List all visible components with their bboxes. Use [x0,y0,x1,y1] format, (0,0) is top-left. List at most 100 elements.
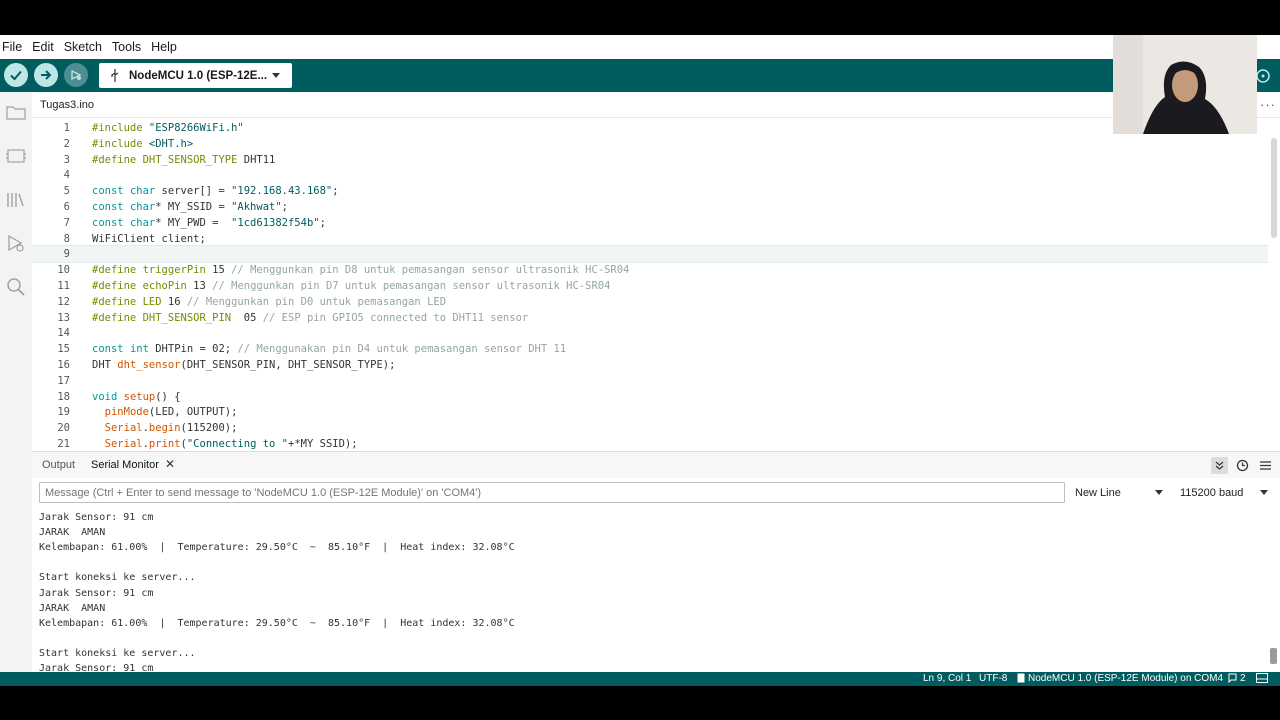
code-token: char [129,216,156,229]
editor-scroll-thumb[interactable] [1271,138,1277,238]
code-token: #include [92,122,143,134]
menu-sketch[interactable]: Sketch [62,40,107,54]
code-token: pinMode [104,406,149,419]
code-text: #define triggerPin 15 // Menggunkan pin … [92,262,629,278]
editor-scrollbar[interactable] [1268,118,1280,451]
folder-icon[interactable] [5,101,27,123]
code-token: const [92,201,124,213]
code-editor[interactable]: 1 #include "ESP8266WiFi.h" 2 #include <DHT.… [32,118,1268,451]
code-text: pinMode(LED, OUTPUT); [92,404,238,420]
code-line[interactable]: 13 #define DHT_SENSOR_PIN 05 // ESP pin G… [32,310,1268,326]
code-line[interactable]: 6 const char* MY_SSID = "Akhwat"; [32,199,1268,215]
notification-count: 2 [1240,673,1246,684]
code-line[interactable]: 16 DHT dht_sensor(DHT_SENSOR_PIN, DHT_SEN… [32,357,1268,373]
code-token: 05 [231,311,263,324]
code-line[interactable]: 2 #include <DHT.h> [32,136,1268,152]
code-line[interactable]: 9 [32,245,1268,264]
board-selector[interactable]: NodeMCU 1.0 (ESP-12E... [99,63,292,88]
menu-file[interactable]: File [0,40,27,54]
code-line[interactable]: 18 void setup() { [32,389,1268,405]
tab-output[interactable]: Output [42,459,75,471]
status-bar: Ln 9, Col 1 UTF-8 NodeMCU 1.0 (ESP-12E M… [0,672,1280,686]
line-number: 18 [57,390,70,403]
toolbar: NodeMCU 1.0 (ESP-12E... [0,59,1280,92]
baud-rate-value: 115200 baud [1180,486,1244,499]
code-line[interactable]: 1 #include "ESP8266WiFi.h" [32,120,1268,136]
clock-icon[interactable] [1234,457,1251,474]
board-name: NodeMCU 1.0 (ESP-12E... [129,69,268,82]
editor-tabs: Tugas3.ino ··· [32,92,1280,118]
code-text: Serial.print("Connecting to "+*MY SSID); [92,436,358,451]
code-token: triggerPin [142,264,206,277]
code-line[interactable]: 5 const char server[] = "192.168.43.168"; [32,183,1268,199]
tab-tugas3-ino[interactable]: Tugas3.ino [40,99,94,111]
upload-button[interactable] [34,63,58,87]
serial-scrollbar[interactable] [1268,508,1280,672]
board-port-status[interactable]: NodeMCU 1.0 (ESP-12E Module) on COM4 [1028,673,1223,685]
serial-output[interactable]: Jarak Sensor: 91 cm JARAK AMAN Kelembapan:… [32,508,1268,672]
code-token: DHT11 [237,153,276,166]
panel-actions [1211,457,1274,474]
code-token: * MY_PWD = [155,216,232,229]
debug-button[interactable] [64,63,88,87]
code-line[interactable]: 12 #define LED 16 // Menggunkan pin D0 un… [32,294,1268,310]
code-line[interactable]: 7 const char* MY_PWD = "1cd61382f54b"; [32,215,1268,231]
code-text: const char* MY_PWD = "1cd61382f54b"; [92,215,326,231]
code-token: begin [148,422,181,435]
serial-line: Jarak Sensor: 91 cm [39,587,154,599]
code-token: // Menggunkan pin D0 untuk pemasangan LE… [186,295,447,308]
code-token: "192.168.43.168" [231,185,333,198]
code-text: #include <DHT.h> [92,136,193,152]
tab-serial-monitor[interactable]: Serial Monitor [91,459,159,471]
code-line[interactable]: 15 const int DHTPin = 02; // Menggunakan … [32,341,1268,357]
search-icon[interactable] [5,276,27,298]
library-icon[interactable] [5,189,27,211]
serial-scroll-thumb[interactable] [1270,648,1277,664]
panel-toggle-icon[interactable] [1256,673,1268,687]
code-line[interactable]: 19 pinMode(LED, OUTPUT); [32,404,1268,420]
menu-tools[interactable]: Tools [110,40,146,54]
line-ending-value: New Line [1075,486,1121,499]
line-number: 6 [63,201,70,213]
code-token: "Connecting to " [186,438,289,450]
baud-rate-select[interactable]: 115200 baud [1176,482,1276,503]
code-text: const char server[] = "192.168.43.168"; [92,183,339,199]
code-line[interactable]: 20 Serial.begin(115200); [32,420,1268,436]
code-line[interactable]: 3 #define DHT_SENSOR_TYPE DHT11 [32,152,1268,168]
code-token: #define [92,295,137,308]
code-line[interactable]: 8 WiFiClient client; [32,231,1268,247]
code-line[interactable]: 14 [32,325,1268,341]
verify-button[interactable] [4,63,28,87]
line-number: 16 [57,359,70,371]
line-number: 10 [57,264,70,277]
code-line[interactable]: 10 #define triggerPin 15 // Menggunkan pi… [32,262,1268,278]
double-chevron-down-icon[interactable] [1211,457,1228,474]
code-token: ; [319,216,326,229]
letterbox-top [0,0,1280,35]
code-token: () { [155,390,181,403]
debug-icon[interactable] [5,232,27,254]
code-line[interactable]: 21 Serial.print("Connecting to "+*MY SSI… [32,436,1268,451]
code-token: // Menggunkan pin D8 untuk pemasangan se… [231,264,630,277]
line-ending-select[interactable]: New Line [1071,482,1171,503]
board-icon[interactable] [5,145,27,167]
menu-edit[interactable]: Edit [30,40,59,54]
cursor-position[interactable]: Ln 9, Col 1 [923,673,971,685]
serial-message-input[interactable] [39,482,1065,503]
notification-icon[interactable] [1227,673,1237,687]
code-line[interactable]: 11 #define echoPin 13 // Menggunkan pin D… [32,278,1268,294]
code-token: "ESP8266WiFi.h" [148,122,244,134]
close-icon[interactable]: ✕ [165,457,175,471]
code-token: 16 [161,295,187,308]
more-tabs-icon[interactable]: ··· [1260,97,1276,112]
code-text: WiFiClient client; [92,231,206,247]
menu-help[interactable]: Help [149,40,182,54]
check-icon [10,70,22,81]
menu-lines-icon[interactable] [1257,457,1274,474]
file-encoding[interactable]: UTF-8 [979,673,1007,685]
code-text: #define echoPin 13 // Menggunkan pin D7 … [92,278,610,294]
code-line[interactable]: 4 [32,167,1268,183]
code-token: ; [281,201,288,213]
code-line[interactable]: 17 [32,373,1268,389]
line-number: 14 [57,327,70,340]
